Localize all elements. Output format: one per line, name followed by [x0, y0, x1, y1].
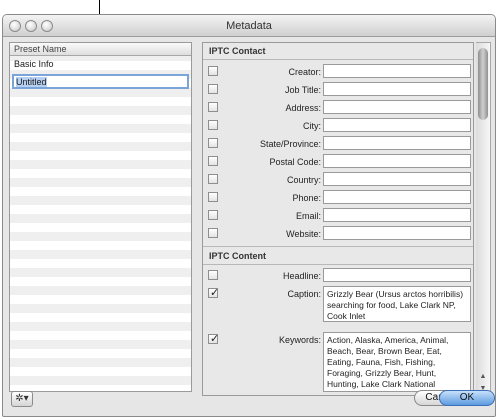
address-field[interactable]	[323, 100, 471, 114]
section-divider	[203, 59, 473, 60]
headline-label: Headline:	[282, 271, 321, 281]
scroll-up-arrow-icon[interactable]: ▲	[476, 371, 490, 383]
job-title-label: Job Title:	[284, 85, 321, 95]
state-province-checkbox[interactable]	[208, 138, 218, 148]
phone-field[interactable]	[323, 190, 471, 204]
title-bar: Metadata	[3, 15, 495, 37]
preset-name-input-text[interactable]: Untitled	[16, 77, 47, 87]
city-checkbox[interactable]	[208, 120, 218, 130]
field-row-phone: Phone:	[203, 189, 473, 207]
state-province-field[interactable]	[323, 136, 471, 150]
preset-item-untitled-editing[interactable]: Untitled	[12, 74, 189, 89]
state-province-label: State/Province:	[259, 139, 321, 149]
country-label: Country:	[286, 175, 321, 185]
field-row-state-province: State/Province:	[203, 135, 473, 153]
email-field[interactable]	[323, 208, 471, 222]
creator-field[interactable]	[323, 64, 471, 78]
website-field[interactable]	[323, 226, 471, 240]
email-checkbox[interactable]	[208, 210, 218, 220]
caption-checkbox[interactable]: ✓	[208, 287, 220, 299]
field-row-address: Address:	[203, 99, 473, 117]
postal-code-field[interactable]	[323, 154, 471, 168]
city-label: City:	[303, 121, 321, 131]
creator-label: Creator:	[288, 67, 321, 77]
field-row-job-title: Job Title:	[203, 81, 473, 99]
website-label: Website:	[286, 229, 321, 239]
metadata-window: Metadata Preset Name Basic Info Untitled…	[2, 14, 496, 417]
phone-checkbox[interactable]	[208, 192, 218, 202]
job-title-field[interactable]	[323, 82, 471, 96]
preset-name-column-header[interactable]: Preset Name	[10, 43, 191, 56]
field-row-city: City:	[203, 117, 473, 135]
section-header-iptc-content: IPTC Content	[209, 251, 266, 261]
field-row-creator: Creator:	[203, 63, 473, 81]
field-row-website: Website:	[203, 225, 473, 243]
headline-checkbox[interactable]	[208, 270, 218, 280]
gear-icon: ✲▾	[15, 393, 29, 404]
website-checkbox[interactable]	[208, 228, 218, 238]
vertical-scrollbar[interactable]: ▲ ▼	[476, 42, 491, 396]
caption-label: Caption:	[287, 289, 321, 299]
section-divider	[203, 264, 473, 265]
headline-field[interactable]	[323, 268, 471, 282]
metadata-fields-panel: IPTC Contact Creator: Job Title: Address…	[202, 42, 474, 396]
field-row-country: Country:	[203, 171, 473, 189]
gear-action-menu-button[interactable]: ✲▾	[11, 391, 33, 407]
scrollbar-thumb[interactable]	[478, 48, 488, 120]
keywords-checkbox[interactable]: ✓	[208, 333, 220, 345]
email-label: Email:	[295, 211, 321, 221]
keywords-label: Keywords:	[278, 335, 321, 345]
creator-checkbox[interactable]	[208, 66, 218, 76]
window-title: Metadata	[226, 20, 272, 32]
field-row-headline: Headline:	[203, 267, 473, 285]
preset-list[interactable]: Preset Name Basic Info Untitled	[9, 42, 192, 392]
phone-label: Phone:	[292, 193, 321, 203]
city-field[interactable]	[323, 118, 471, 132]
country-field[interactable]	[323, 172, 471, 186]
field-row-postal-code: Postal Code:	[203, 153, 473, 171]
section-header-iptc-contact: IPTC Contact	[209, 46, 266, 56]
preset-item-basic-info[interactable]: Basic Info	[10, 56, 191, 73]
postal-code-checkbox[interactable]	[208, 156, 218, 166]
caption-textarea[interactable]: Grizzly Bear (Ursus arctos horribilis) s…	[323, 286, 471, 322]
checkmark-icon: ✓	[210, 333, 220, 345]
checkmark-icon: ✓	[210, 287, 220, 299]
job-title-checkbox[interactable]	[208, 84, 218, 94]
field-row-email: Email:	[203, 207, 473, 225]
keywords-textarea[interactable]: Action, Alaska, America, Animal, Beach, …	[323, 332, 471, 392]
country-checkbox[interactable]	[208, 174, 218, 184]
section-divider	[203, 246, 473, 247]
address-checkbox[interactable]	[208, 102, 218, 112]
address-label: Address:	[285, 103, 321, 113]
postal-code-label: Postal Code:	[269, 157, 321, 167]
ok-button[interactable]: OK	[439, 390, 495, 406]
